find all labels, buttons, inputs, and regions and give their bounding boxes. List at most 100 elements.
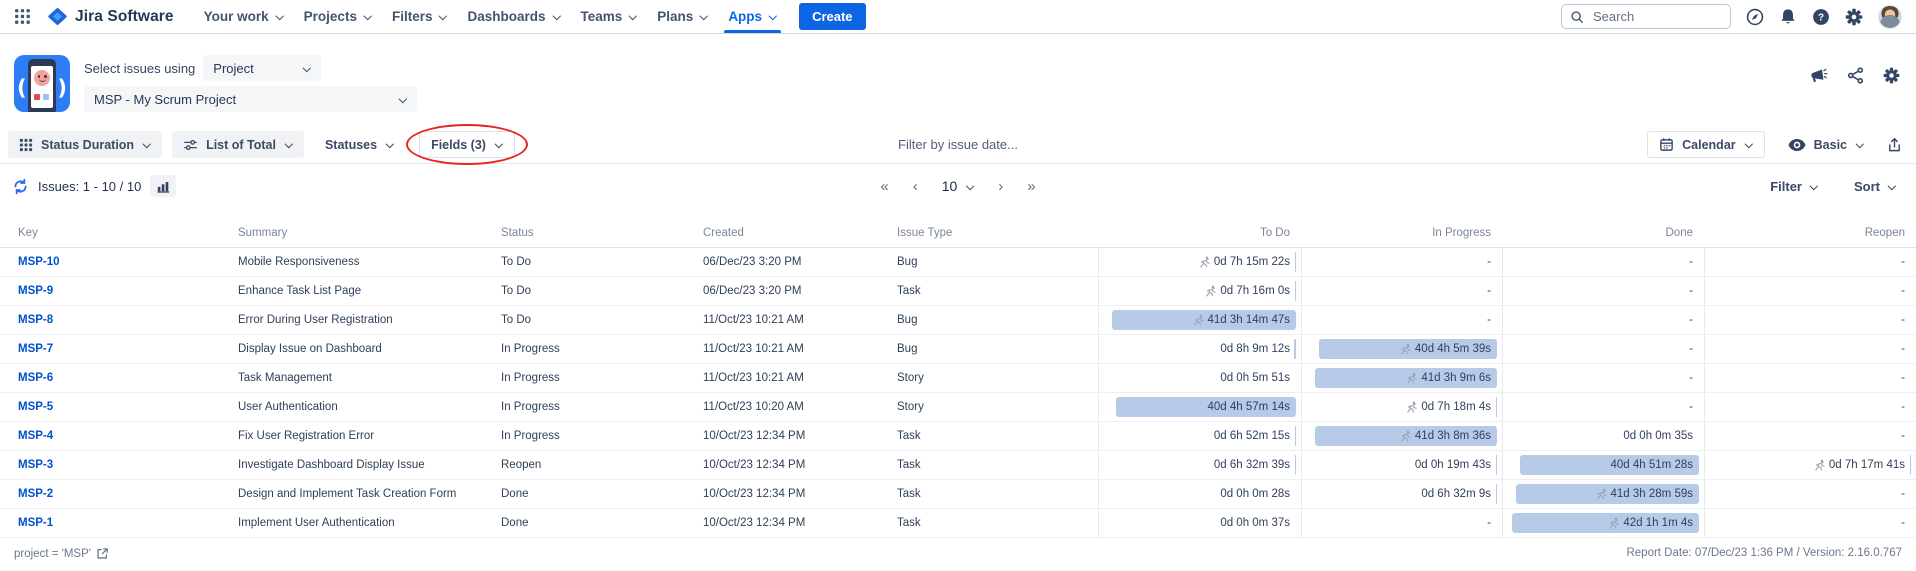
column-header-created[interactable]: Created — [703, 227, 897, 239]
fields-dropdown[interactable]: Fields (3) — [419, 131, 515, 158]
sort-label: Sort — [1854, 179, 1880, 194]
issue-key-link[interactable]: MSP-8 — [0, 314, 238, 326]
jql-query: project = 'MSP' — [14, 547, 109, 560]
duration-value: - — [1901, 430, 1905, 442]
duration-cell-inprogress: 0d 0h 19m 43s — [1301, 451, 1502, 479]
sort-dropdown[interactable]: Sort — [1854, 179, 1896, 194]
issue-summary: Implement User Authentication — [238, 517, 501, 529]
issue-key-link[interactable]: MSP-3 — [0, 459, 238, 471]
nav-menus: Your workProjectsFiltersDashboardsTeamsP… — [194, 0, 787, 33]
statuses-label: Statuses — [325, 138, 377, 152]
report-settings-gear-icon[interactable] — [1883, 67, 1900, 84]
svg-text:?: ? — [1818, 12, 1824, 23]
runner-icon — [1608, 517, 1620, 529]
issue-key-link[interactable]: MSP-7 — [0, 343, 238, 355]
feedback-megaphone-icon[interactable] — [1810, 67, 1828, 84]
issue-key-link[interactable]: MSP-2 — [0, 488, 238, 500]
first-page-button[interactable]: « — [880, 178, 888, 195]
help-icon[interactable]: ? — [1812, 8, 1830, 26]
nav-menu-teams[interactable]: Teams — [571, 0, 648, 33]
column-header-status[interactable]: Status — [501, 227, 703, 239]
duration-cell-reopen: - — [1704, 306, 1916, 334]
table-row: MSP-8 Error During User Registration To … — [0, 306, 1916, 335]
nav-menu-dashboards[interactable]: Dashboards — [457, 0, 570, 33]
grid-icon — [19, 138, 33, 152]
duration-cell-done: - — [1502, 306, 1704, 334]
duration-value: - — [1487, 256, 1491, 268]
filter-dropdown[interactable]: Filter — [1770, 179, 1818, 194]
issue-status: In Progress — [501, 401, 703, 413]
chevron-down-icon — [768, 12, 777, 21]
column-header-summary[interactable]: Summary — [238, 227, 501, 239]
export-icon[interactable] — [1887, 137, 1902, 153]
duration-value: 0d 0h 0m 35s — [1623, 430, 1693, 442]
app-switcher-icon[interactable] — [14, 8, 31, 25]
duration-cell-inprogress: - — [1301, 277, 1502, 305]
duration-value: - — [1689, 372, 1693, 384]
bar-chart-icon[interactable] — [150, 175, 176, 197]
duration-cell-done: - — [1502, 277, 1704, 305]
issue-summary: Mobile Responsiveness — [238, 256, 501, 268]
duration-cell-inprogress: - — [1301, 306, 1502, 334]
duration-value: 41d 3h 9m 6s — [1406, 372, 1491, 384]
nav-menu-filters[interactable]: Filters — [382, 0, 458, 33]
duration-bar — [1910, 455, 1912, 475]
chevron-down-icon — [275, 12, 284, 21]
search-input[interactable] — [1591, 8, 1722, 25]
column-header-reopen[interactable]: Reopen — [1704, 227, 1916, 239]
issue-summary: Investigate Dashboard Display Issue — [238, 459, 501, 471]
issue-key-link[interactable]: MSP-1 — [0, 517, 238, 529]
prev-page-button[interactable]: ‹ — [913, 178, 918, 195]
project-dropdown[interactable]: MSP - My Scrum Project — [84, 86, 417, 112]
issue-status: To Do — [501, 256, 703, 268]
issue-type: Story — [897, 401, 1098, 413]
issue-date-filter[interactable]: Filter by issue date... — [898, 137, 1018, 152]
report-type-dropdown[interactable]: Status Duration — [8, 131, 162, 158]
user-avatar[interactable] — [1878, 5, 1902, 29]
column-header-issue-type[interactable]: Issue Type — [897, 227, 1098, 239]
search-box[interactable] — [1561, 4, 1731, 29]
duration-value: 40d 4h 51m 28s — [1611, 459, 1693, 471]
duration-cell-reopen: - — [1704, 335, 1916, 363]
column-header-key[interactable]: Key — [0, 227, 238, 239]
duration-cell-reopen: - — [1704, 364, 1916, 392]
discover-compass-icon[interactable] — [1746, 8, 1764, 26]
notifications-bell-icon[interactable] — [1779, 8, 1797, 26]
calendar-icon — [1659, 137, 1674, 152]
last-page-button[interactable]: » — [1027, 178, 1035, 195]
jira-logo[interactable]: Jira Software — [41, 6, 180, 27]
issue-status: In Progress — [501, 430, 703, 442]
issue-key-link[interactable]: MSP-10 — [0, 256, 238, 268]
column-header-to-do[interactable]: To Do — [1098, 227, 1301, 239]
aggregation-label: List of Total — [206, 138, 276, 152]
duration-cell-done: - — [1502, 364, 1704, 392]
view-mode-dropdown[interactable]: Basic — [1777, 131, 1875, 158]
column-header-in-progress[interactable]: In Progress — [1301, 227, 1502, 239]
issue-key-link[interactable]: MSP-4 — [0, 430, 238, 442]
external-link-icon[interactable] — [96, 547, 109, 560]
duration-value: - — [1901, 343, 1905, 355]
issue-source-dropdown[interactable]: Project — [203, 55, 321, 81]
page-size-dropdown[interactable]: 10 — [942, 178, 975, 194]
calendar-dropdown[interactable]: Calendar — [1647, 131, 1765, 158]
nav-menu-plans[interactable]: Plans — [647, 0, 718, 33]
duration-cell-todo: 0d 0h 5m 51s — [1098, 364, 1301, 392]
issue-key-link[interactable]: MSP-6 — [0, 372, 238, 384]
nav-menu-projects[interactable]: Projects — [294, 0, 382, 33]
nav-menu-your-work[interactable]: Your work — [194, 0, 294, 33]
settings-gear-icon[interactable] — [1845, 8, 1863, 26]
nav-menu-apps[interactable]: Apps — [718, 0, 787, 33]
filter-label: Filter — [1770, 179, 1802, 194]
duration-value: 0d 7h 18m 4s — [1406, 401, 1491, 413]
issue-key-link[interactable]: MSP-9 — [0, 285, 238, 297]
share-icon[interactable] — [1847, 67, 1864, 84]
next-page-button[interactable]: › — [998, 178, 1003, 195]
column-header-done[interactable]: Done — [1502, 227, 1704, 239]
aggregation-dropdown[interactable]: List of Total — [172, 131, 304, 158]
create-button[interactable]: Create — [799, 3, 865, 30]
duration-cell-todo: 0d 7h 15m 22s — [1098, 248, 1301, 276]
statuses-dropdown[interactable]: Statuses — [314, 131, 405, 158]
table-row: MSP-10 Mobile Responsiveness To Do 06/De… — [0, 248, 1916, 277]
issue-key-link[interactable]: MSP-5 — [0, 401, 238, 413]
refresh-icon[interactable] — [12, 178, 29, 195]
